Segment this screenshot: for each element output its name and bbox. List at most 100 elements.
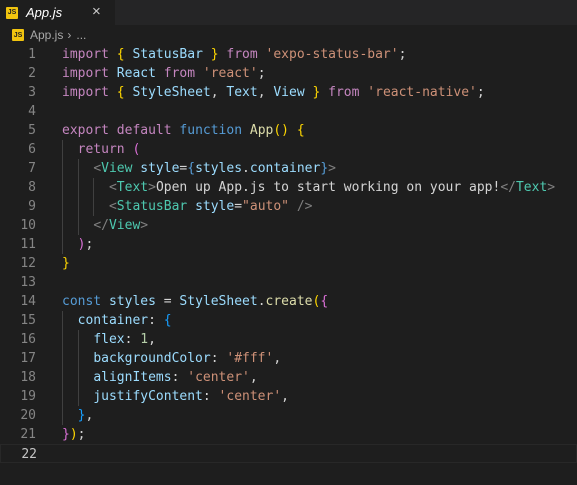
code-line[interactable]: 10 </View> [0,216,577,235]
code-line[interactable]: 18 alignItems: 'center', [0,368,577,387]
code-token: { [320,294,329,309]
code-token: 'expo-status-bar' [265,47,399,62]
code-line[interactable]: 9 <StatusBar style="auto" /> [0,197,577,216]
code-token: return [77,142,125,157]
line-number: 19 [20,389,36,404]
code-token: 'react-native' [367,85,477,100]
code-token: ; [398,47,407,62]
line-number: 22 [21,447,37,462]
code-text: justifyContent: 'center', [62,387,289,406]
code-token: StyleSheet [179,294,258,309]
code-line[interactable]: 3 import { StyleSheet, Text, View } from … [0,83,577,102]
code-token: ) [69,427,78,442]
code-text: backgroundColor: '#fff', [62,349,281,368]
breadcrumb-more[interactable]: ... [76,28,86,42]
code-token: { [116,47,125,62]
line-number: 10 [20,218,36,233]
code-token: ; [476,85,485,100]
code-token: ; [257,66,266,81]
code-text: import { StatusBar } from 'expo-status-b… [62,45,406,64]
code-line[interactable]: 8 <Text>Open up App.js to start working … [0,178,577,197]
code-token: 'react' [202,66,258,81]
line-number: 2 [28,66,36,81]
code-token: < [108,199,117,214]
code-token: ; [77,427,86,442]
code-text: container: { [62,311,172,330]
code-line[interactable]: 4 [0,102,577,121]
line-number: 1 [28,47,36,62]
code-token: , [249,370,258,385]
line-number: 9 [28,199,36,214]
code-line[interactable]: 5 export default function App() { [0,121,577,140]
code-token: 1 [140,332,149,347]
code-token: function [179,123,243,138]
code-token: < [93,161,102,176]
code-token: } [62,256,70,271]
code-token: from [226,47,258,62]
tab-label: App.js [26,5,63,20]
code-token: style [140,161,180,176]
code-token: : [148,313,164,328]
code-line[interactable]: 20 }, [0,406,577,425]
code-line[interactable]: 15 container: { [0,311,577,330]
code-token: default [116,123,172,138]
code-line[interactable]: 2 import React from 'react'; [0,64,577,83]
code-token: , [281,389,289,404]
code-line[interactable]: 6 return ( [0,140,577,159]
code-token: , [210,85,227,100]
code-token: "auto" [242,199,290,214]
js-file-icon: JS [6,6,18,19]
code-token: = [234,199,243,214]
code-editor[interactable]: 1 import { StatusBar } from 'expo-status-… [0,45,577,463]
code-token: App [249,123,274,138]
code-line[interactable]: 16 flex: 1, [0,330,577,349]
breadcrumb-file[interactable]: App.js [30,28,63,42]
code-line[interactable]: 21}); [0,425,577,444]
close-icon[interactable]: × [92,3,101,20]
line-number: 8 [28,180,36,195]
code-text: export default function App() { [62,121,305,140]
code-line[interactable]: 22 [0,444,577,463]
code-line[interactable]: 17 backgroundColor: '#fff', [0,349,577,368]
code-token: '#fff' [226,351,274,366]
code-token: flex [93,332,125,347]
code-line[interactable]: 1 import { StatusBar } from 'expo-status-… [0,45,577,64]
code-token: backgroundColor [93,351,211,366]
code-token: 'center' [218,389,282,404]
tab-app-js[interactable]: JS App.js × [0,0,115,25]
code-token: import [62,66,109,81]
code-token: = [155,294,180,309]
code-text: import React from 'react'; [62,64,266,83]
code-token: container [249,161,321,176]
code-line[interactable]: 12} [0,254,577,273]
line-number: 3 [28,85,36,100]
code-token: alignItems [93,370,172,385]
code-token: , [273,351,282,366]
code-line[interactable]: 19 justifyContent: 'center', [0,387,577,406]
code-token: Open up App.js to start working on your … [155,180,501,195]
line-number: 16 [20,332,36,347]
code-line[interactable]: 14 const styles = StyleSheet.create({ [0,292,577,311]
code-line[interactable]: 11 ); [0,235,577,254]
line-number: 17 [20,351,36,366]
code-token: { [296,123,305,138]
line-number: 18 [20,370,36,385]
line-number: 15 [20,313,36,328]
code-line[interactable]: 7 <View style={styles.container}> [0,159,577,178]
code-token: View [273,85,305,100]
code-text: return ( [62,140,141,159]
code-line[interactable]: 13 [0,273,577,292]
code-text: <StatusBar style="auto" /> [62,197,313,216]
code-token: import [62,47,109,62]
